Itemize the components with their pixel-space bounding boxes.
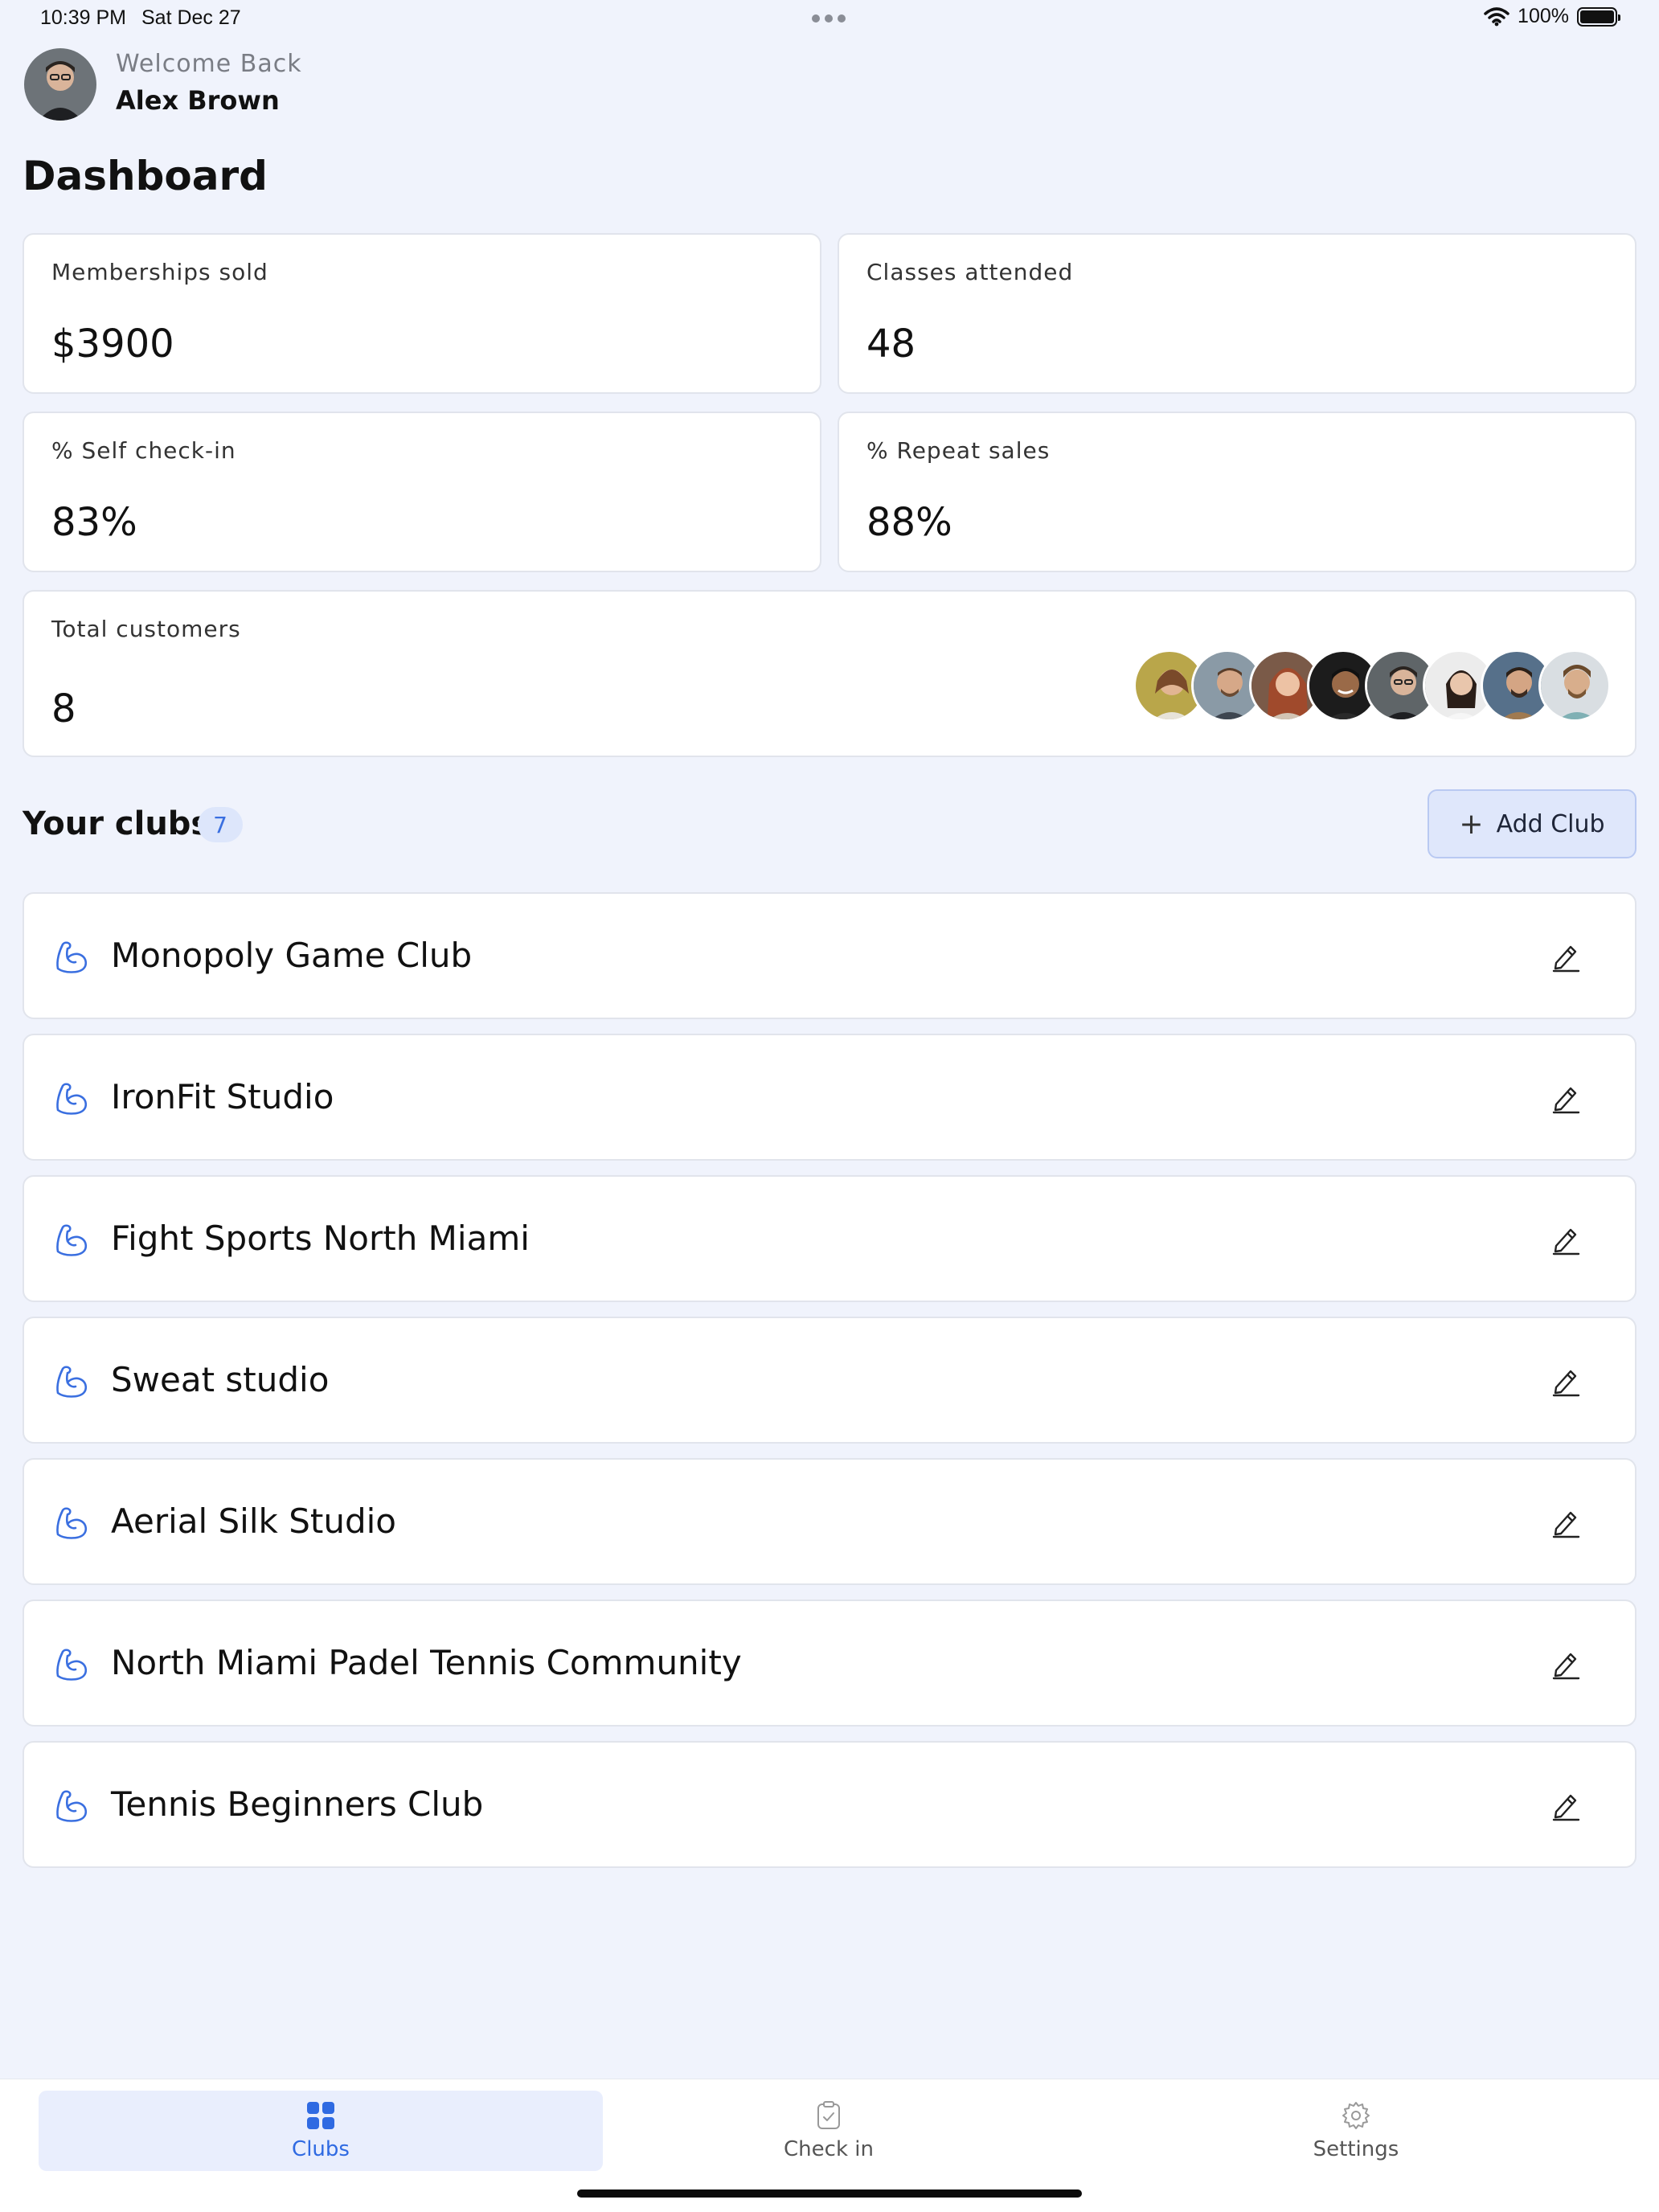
add-club-button[interactable]: + Add Club <box>1428 789 1636 858</box>
club-name: Monopoly Game Club <box>111 936 473 975</box>
bicep-icon <box>56 1649 88 1681</box>
club-row[interactable]: Aerial Silk Studio <box>23 1458 1636 1585</box>
stat-value: 88% <box>866 500 952 545</box>
clipboard-check-icon <box>817 2101 840 2129</box>
avatar <box>1538 649 1611 722</box>
add-club-label: Add Club <box>1496 809 1605 838</box>
status-date: Sat Dec 27 <box>141 6 241 29</box>
tab-label: Settings <box>1313 2137 1399 2161</box>
plus-icon: + <box>1459 807 1484 841</box>
club-row[interactable]: North Miami Padel Tennis Community <box>23 1600 1636 1727</box>
stat-label: Classes attended <box>866 259 1074 285</box>
stat-value: 48 <box>866 322 916 367</box>
club-name: North Miami Padel Tennis Community <box>111 1643 742 1682</box>
clubs-section-title: Your clubs <box>23 805 211 842</box>
club-name: IronFit Studio <box>111 1077 334 1116</box>
status-time: 10:39 PM <box>40 6 127 29</box>
club-name: Fight Sports North Miami <box>111 1219 530 1258</box>
club-row[interactable]: IronFit Studio <box>23 1034 1636 1161</box>
bicep-icon <box>56 1083 88 1115</box>
grid-icon <box>307 2102 334 2129</box>
edit-icon[interactable] <box>1550 1223 1582 1256</box>
avatar[interactable] <box>24 48 96 121</box>
wifi-icon <box>1484 6 1509 26</box>
stat-value: $3900 <box>51 322 174 367</box>
customer-avatars[interactable] <box>1133 649 1611 722</box>
bicep-icon <box>56 1507 88 1539</box>
edit-icon[interactable] <box>1550 1365 1582 1397</box>
club-name: Tennis Beginners Club <box>111 1784 484 1824</box>
edit-icon[interactable] <box>1550 1648 1582 1680</box>
home-indicator[interactable] <box>577 2189 1082 2198</box>
tab-label: Clubs <box>292 2137 350 2161</box>
battery-percent: 100% <box>1518 5 1569 27</box>
stat-value: 83% <box>51 500 137 545</box>
edit-icon[interactable] <box>1550 1506 1582 1538</box>
tab-label: Check in <box>784 2137 874 2161</box>
stat-card-repeat-sales: % Repeat sales 88% <box>838 412 1636 572</box>
club-row[interactable]: Sweat studio <box>23 1317 1636 1444</box>
bicep-icon <box>56 941 88 973</box>
stat-card-total-customers: Total customers 8 <box>23 590 1636 757</box>
tab-settings[interactable]: Settings <box>1074 2091 1638 2171</box>
user-name: Alex Brown <box>116 85 280 116</box>
club-row[interactable]: Fight Sports North Miami <box>23 1175 1636 1302</box>
tab-check-in[interactable]: Check in <box>547 2091 1111 2171</box>
stat-label: Memberships sold <box>51 259 268 285</box>
gear-icon <box>1342 2102 1370 2129</box>
club-name: Aerial Silk Studio <box>111 1501 396 1541</box>
stat-label: % Repeat sales <box>866 437 1051 464</box>
bicep-icon <box>56 1224 88 1256</box>
club-row[interactable]: Tennis Beginners Club <box>23 1741 1636 1868</box>
club-name: Sweat studio <box>111 1360 330 1399</box>
edit-icon[interactable] <box>1550 940 1582 973</box>
stat-value: 8 <box>51 686 76 731</box>
tab-clubs[interactable]: Clubs <box>39 2091 603 2171</box>
club-row[interactable]: Monopoly Game Club <box>23 892 1636 1019</box>
status-right: 100% <box>1484 5 1620 28</box>
stat-card-self-checkin: % Self check-in 83% <box>23 412 821 572</box>
multitasking-dots-icon[interactable] <box>812 14 846 23</box>
stat-label: % Self check-in <box>51 437 236 464</box>
battery-icon <box>1577 6 1620 27</box>
stat-label: Total customers <box>51 616 241 642</box>
stat-card-memberships-sold: Memberships sold $3900 <box>23 233 821 394</box>
welcome-text: Welcome Back <box>116 50 302 78</box>
stat-card-classes-attended: Classes attended 48 <box>838 233 1636 394</box>
clubs-count-badge: 7 <box>198 807 243 842</box>
edit-icon[interactable] <box>1550 1789 1582 1821</box>
edit-icon[interactable] <box>1550 1082 1582 1114</box>
page-title: Dashboard <box>23 153 268 199</box>
bicep-icon <box>56 1366 88 1398</box>
status-bar: 10:39 PM Sat Dec 27 100% <box>0 0 1659 39</box>
bicep-icon <box>56 1790 88 1822</box>
